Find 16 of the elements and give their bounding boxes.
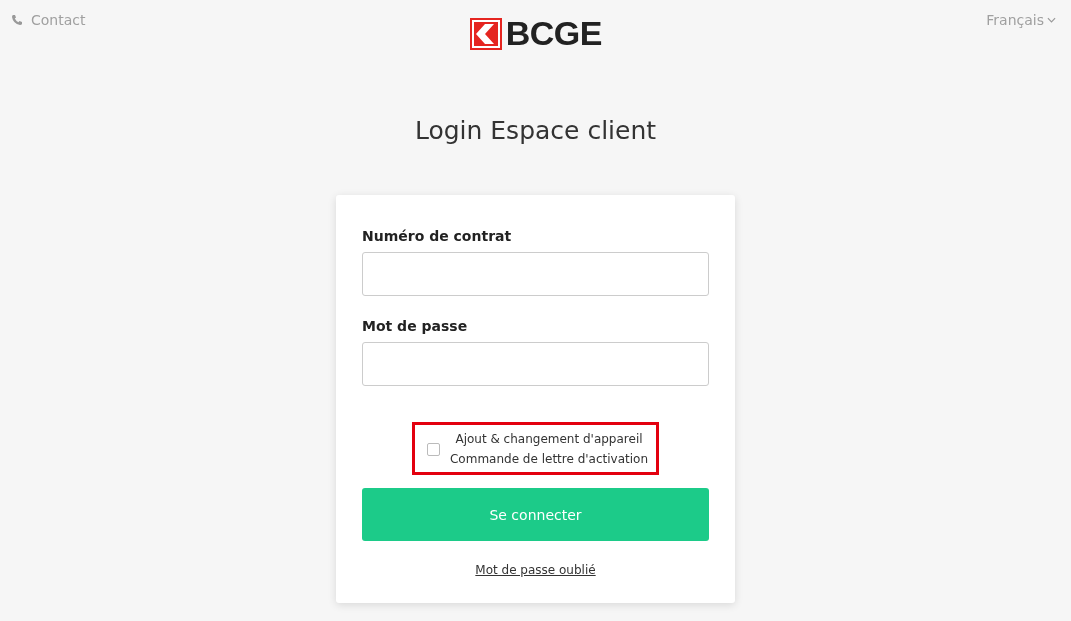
contact-link[interactable]: Contact [11,12,86,28]
page-title: Login Espace client [414,116,657,145]
phone-icon [11,14,23,26]
forgot-password-link[interactable]: Mot de passe oublié [475,563,596,577]
checkbox-label: Commande de lettre d'activation [450,451,648,468]
login-button[interactable]: Se connecter [362,488,709,541]
language-selector[interactable]: Français [986,12,1056,28]
chevron-down-icon [1047,17,1056,23]
logo-icon [469,17,502,50]
field-label: Numéro de contrat [362,228,513,244]
input-field[interactable] [362,252,709,296]
checkbox-label: Ajout & changement d'appareil [455,431,643,448]
field-label: Mot de passe [362,318,469,334]
input-field[interactable] [362,342,709,386]
checkbox[interactable] [427,442,440,456]
logo-text: BCGE [505,14,602,53]
